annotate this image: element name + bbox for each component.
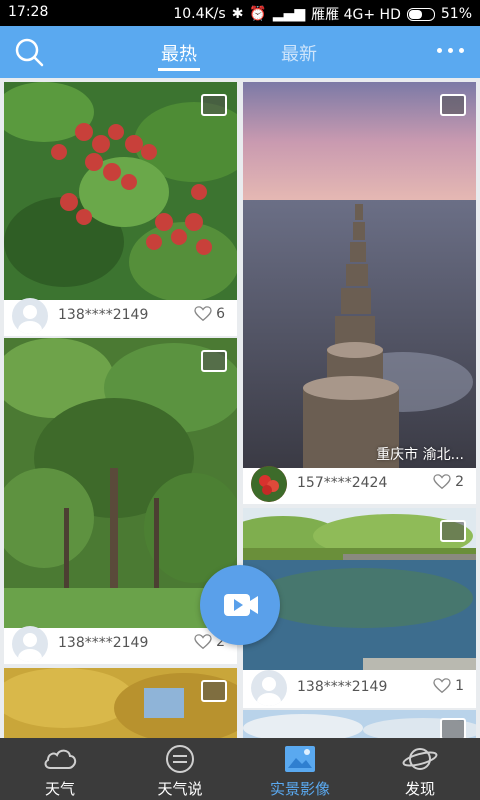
bluetooth-icon: ✱ (231, 6, 244, 22)
post-username[interactable]: 157****2424 (297, 475, 387, 491)
tab-new[interactable]: 最新 (281, 40, 317, 66)
post-photo[interactable] (4, 668, 237, 738)
top-header: 最热 最新 (0, 26, 480, 78)
chat-icon (166, 745, 194, 773)
post-username[interactable]: 138****2149 (297, 679, 387, 695)
image-type-icon (201, 680, 227, 702)
like-button[interactable]: 1 (433, 678, 464, 694)
nav-label: 实景影像 (269, 780, 330, 798)
status-bar: 17:28 10.4K/s ✱ ⏰ ▂▄▆ 雁雁 4G+ HD 51% (0, 0, 480, 26)
active-tab-indicator (158, 68, 200, 71)
post-username[interactable]: 138****2149 (58, 635, 148, 651)
post-photo[interactable]: 重庆市 渝北... (243, 82, 476, 468)
nav-label: 天气 (44, 780, 75, 798)
nav-item-discover[interactable]: 发现 (360, 738, 480, 800)
alarm-icon: ⏰ (249, 6, 267, 22)
photo-icon (285, 746, 315, 772)
cloud-icon (44, 749, 77, 769)
avatar[interactable] (12, 298, 48, 334)
video-record-button[interactable] (200, 565, 280, 645)
post-footer: 157****2424 2 (243, 462, 476, 504)
like-count: 6 (216, 306, 225, 322)
tab-hot[interactable]: 最热 (161, 40, 197, 66)
network-speed: 10.4K/s (173, 6, 226, 22)
like-count: 2 (455, 474, 464, 490)
video-camera-icon (224, 594, 258, 616)
status-right: 10.4K/s ✱ ⏰ ▂▄▆ 雁雁 4G+ HD 51% (173, 4, 472, 24)
location-caption: 重庆市 渝北... (376, 447, 464, 463)
heart-icon (433, 678, 451, 694)
image-type-icon (201, 350, 227, 372)
like-count: 1 (455, 678, 464, 694)
heart-icon (433, 474, 451, 490)
nav-item-live-photos[interactable]: 实景影像 (240, 738, 360, 800)
status-time: 17:28 (8, 4, 49, 20)
signal-icon: ▂▄▆ (272, 6, 306, 22)
nav-item-weather[interactable]: 天气 (0, 738, 120, 800)
image-type-icon (440, 520, 466, 542)
bottom-nav: 天气 天气说 实景影像 发现 (0, 738, 480, 800)
avatar[interactable] (251, 670, 287, 706)
post-photo[interactable] (243, 710, 476, 738)
nav-label: 天气说 (157, 780, 203, 798)
avatar[interactable] (12, 626, 48, 662)
post-card[interactable]: 138****2149 6 (4, 82, 237, 336)
like-button[interactable]: 6 (194, 306, 225, 322)
nav-item-weather-talk[interactable]: 天气说 (120, 738, 240, 800)
image-type-icon (440, 718, 466, 738)
post-footer: 138****2149 1 (243, 666, 476, 708)
like-button[interactable]: 2 (433, 474, 464, 490)
avatar[interactable] (251, 466, 287, 502)
battery-icon (406, 7, 435, 21)
more-icon[interactable] (437, 48, 464, 53)
heart-icon (194, 306, 212, 322)
post-card[interactable] (243, 710, 476, 738)
post-card[interactable] (4, 668, 237, 738)
battery-percent: 51% (440, 6, 472, 22)
image-type-icon (201, 94, 227, 116)
carrier-label: 雁雁 4G+ HD (311, 7, 401, 23)
search-icon[interactable] (14, 37, 44, 67)
planet-icon (402, 748, 438, 770)
post-username[interactable]: 138****2149 (58, 307, 148, 323)
post-card[interactable]: 重庆市 渝北... 157****2424 2 (243, 82, 476, 504)
post-photo[interactable] (4, 82, 237, 300)
nav-label: 发现 (404, 780, 435, 798)
image-type-icon (440, 94, 466, 116)
post-footer: 138****2149 6 (4, 294, 237, 336)
